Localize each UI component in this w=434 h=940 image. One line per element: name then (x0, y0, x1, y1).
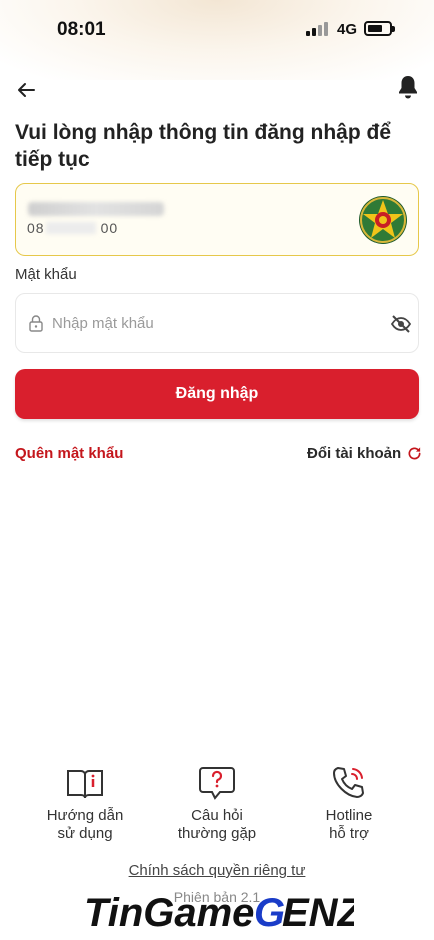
footer-faq[interactable]: Câu hỏi thường gặp (157, 765, 277, 843)
account-name-blurred (28, 202, 164, 216)
police-emblem-icon (359, 196, 407, 244)
password-label: Mật khẩu (15, 266, 77, 283)
watermark-logo: TinGame G ENZ (83, 890, 354, 936)
forgot-password-link[interactable]: Quên mật khẩu (15, 445, 123, 462)
page-title: Vui lòng nhập thông tin đăng nhập để tiế… (15, 121, 392, 171)
footer-user-guide[interactable]: Hướng dẫn sử dụng (25, 765, 145, 843)
svg-text:ENZ: ENZ (282, 891, 354, 935)
arrow-left-icon (18, 83, 35, 97)
switch-account-label: Đổi tài khoản (307, 445, 402, 462)
status-time: 08:01 (57, 19, 106, 40)
svg-text:TinGame: TinGame (84, 891, 254, 935)
status-bar: 08:01 4G (0, 0, 434, 56)
account-phone-suffix: 00 (100, 220, 119, 236)
question-bubble-icon (199, 767, 235, 800)
switch-account-button[interactable]: Đổi tài khoản (307, 445, 422, 462)
battery-icon (364, 21, 395, 36)
svg-text:G: G (254, 891, 285, 935)
password-input[interactable] (52, 308, 372, 338)
footer-user-guide-label: Hướng dẫn sử dụng (46, 807, 124, 842)
privacy-policy-link[interactable]: Chính sách quyền riêng tư (0, 862, 434, 879)
eye-slash-icon[interactable] (390, 314, 412, 334)
signal-icon (306, 22, 330, 36)
notification-button[interactable] (396, 74, 420, 100)
book-icon (67, 770, 103, 799)
footer-hotline[interactable]: Hotline hỗ trợ (289, 765, 409, 843)
network-type: 4G (337, 21, 358, 38)
phone-call-icon (333, 767, 364, 798)
lock-icon (29, 315, 43, 332)
account-phone: 08 00 (27, 220, 118, 236)
bell-icon (399, 76, 417, 99)
back-button[interactable] (14, 78, 38, 102)
footer-hotline-label: Hotline hỗ trợ (325, 807, 373, 842)
login-button[interactable]: Đăng nhập (15, 369, 419, 419)
refresh-icon (408, 447, 421, 460)
password-field[interactable] (15, 293, 419, 353)
account-phone-prefix: 08 (27, 220, 45, 236)
account-card[interactable]: 08 00 (15, 183, 419, 256)
footer-faq-label: Câu hỏi thường gặp (177, 807, 257, 842)
